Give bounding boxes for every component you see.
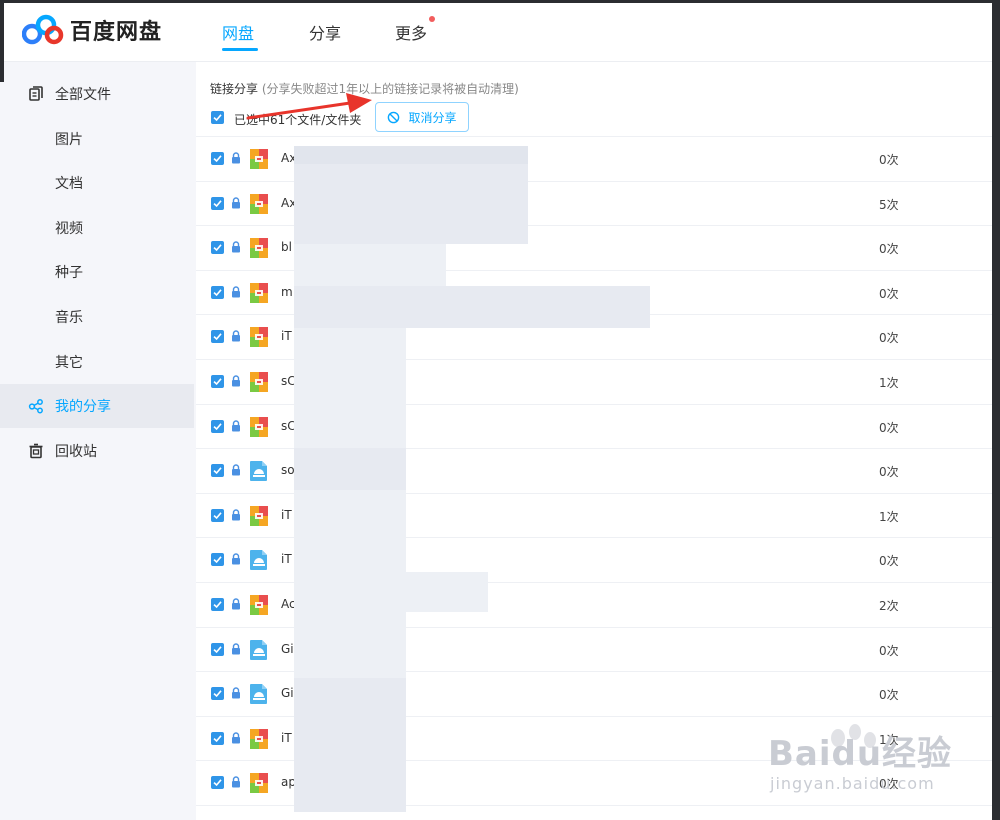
watermark-brand: Baidu经验 (768, 734, 953, 774)
watermark-url: jingyan.baidu.com (770, 774, 935, 793)
annotation-arrow (246, 93, 372, 120)
